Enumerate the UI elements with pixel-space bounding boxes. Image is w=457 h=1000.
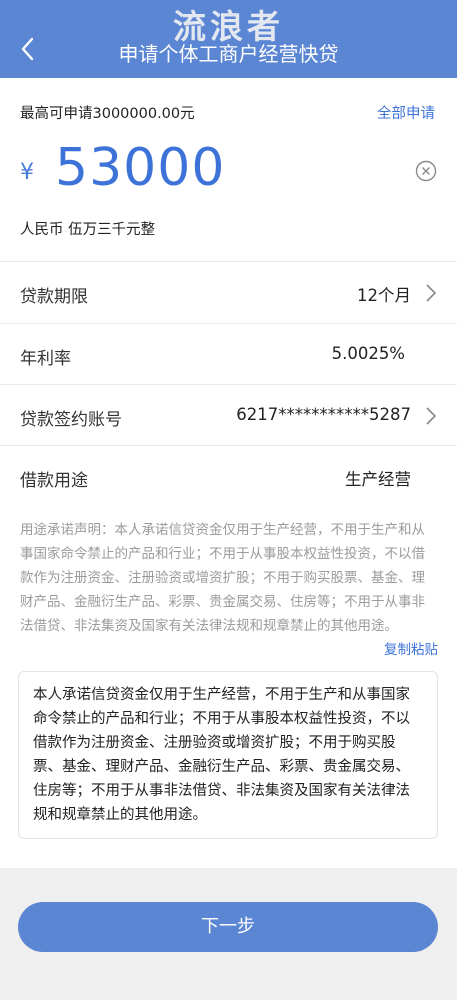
clear-circle-icon	[415, 160, 437, 182]
row-value: 6217***********5287	[236, 405, 411, 424]
annual-rate-row: 年利率 5.0025%	[0, 323, 457, 385]
declaration-text: 用途承诺声明：本人承诺信贷资金仅用于生产经营，不用于生产和从事国家命令禁止的产品…	[20, 522, 425, 634]
loan-purpose-row[interactable]: 借款用途 生产经营	[0, 445, 457, 507]
row-label: 贷款签约账号	[20, 410, 122, 430]
row-value: 12个月	[357, 286, 411, 305]
next-step-button[interactable]: 下一步	[18, 902, 438, 952]
apply-all-link[interactable]: 全部申请	[377, 102, 435, 123]
loan-form-card: 最高可申请3000000.00元 全部申请 ¥ 53000 人民币 伍万三千元整…	[0, 78, 457, 868]
max-amount-text: 最高可申请3000000.00元	[20, 106, 195, 122]
account-row[interactable]: 贷款签约账号 6217***********5287	[0, 384, 457, 446]
row-value: 生产经营	[345, 470, 411, 489]
chevron-right-icon	[426, 284, 437, 302]
clear-amount-button[interactable]	[415, 160, 437, 182]
amount-input[interactable]: 53000	[55, 138, 225, 198]
row-label: 贷款期限	[20, 287, 88, 307]
row-value: 5.0025%	[331, 344, 405, 363]
row-label: 年利率	[20, 349, 71, 369]
loan-term-row[interactable]: 贷款期限 12个月	[0, 261, 457, 323]
page-title: 申请个体工商户经营快贷	[118, 42, 339, 66]
top-bar: 流浪者 申请个体工商户经营快贷	[0, 0, 457, 78]
currency-symbol: ¥	[20, 160, 34, 185]
chevron-right-icon	[426, 407, 437, 425]
copy-paste-link[interactable]: 复制粘贴	[384, 638, 438, 662]
declaration-textarea[interactable]: 本人承诺信贷资金仅用于生产经营，不用于生产和从事国家命令禁止的产品和行业；不用于…	[18, 671, 438, 839]
amount-in-words: 人民币 伍万三千元整	[20, 222, 156, 238]
purpose-declaration: 用途承诺声明：本人承诺信贷资金仅用于生产经营，不用于生产和从事国家命令禁止的产品…	[20, 518, 438, 662]
row-label: 借款用途	[20, 471, 88, 491]
